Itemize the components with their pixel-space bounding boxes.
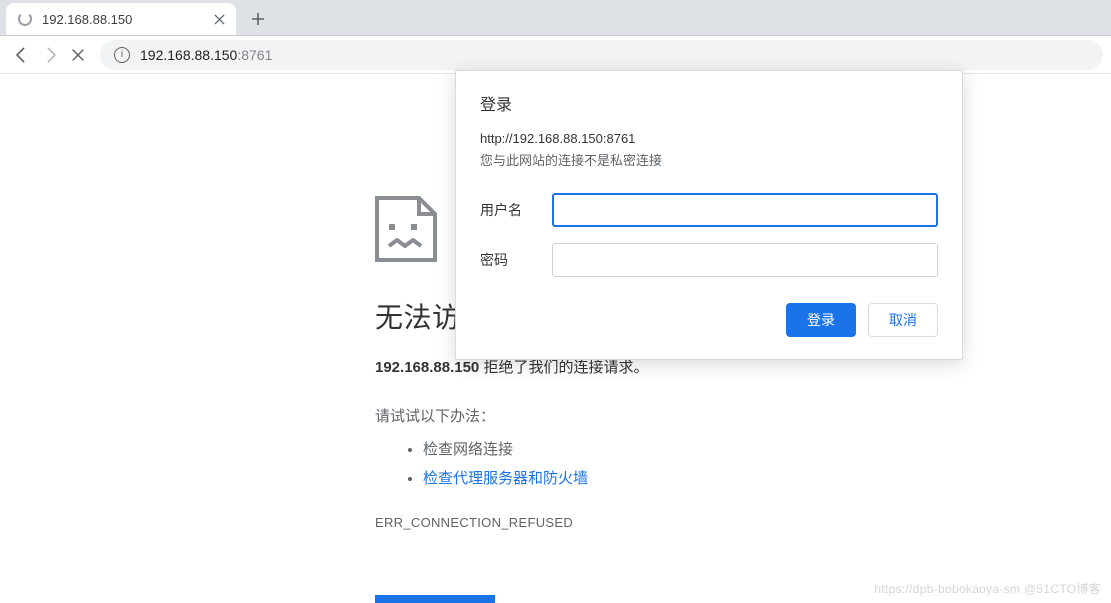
dialog-actions: 登录 取消 [480, 303, 938, 337]
dialog-warning: 您与此网站的连接不是私密连接 [480, 150, 938, 169]
back-button[interactable] [8, 41, 36, 69]
watermark-text: https://dpb-bobokaoya-sm @51CTO博客 [874, 580, 1101, 597]
username-label: 用户名 [480, 200, 552, 220]
login-button[interactable]: 登录 [786, 303, 856, 337]
toolbar: i 192.168.88.150:8761 [0, 36, 1111, 74]
address-bar[interactable]: i 192.168.88.150:8761 [100, 40, 1103, 70]
new-tab-button[interactable] [244, 5, 272, 33]
url-host: 192.168.88.150 [140, 47, 237, 63]
tip-link[interactable]: 检查代理服务器和防火墙 [423, 470, 588, 487]
username-row: 用户名 [480, 193, 938, 227]
browser-tab[interactable]: 192.168.88.150 [6, 3, 236, 35]
try-label: 请试试以下办法： [375, 405, 1111, 426]
forward-button[interactable] [36, 41, 64, 69]
password-input[interactable] [552, 243, 938, 277]
dialog-url: http://192.168.88.150:8761 [480, 131, 938, 146]
error-host: 192.168.88.150 [375, 359, 479, 376]
error-rest: 拒绝了我们的连接请求。 [479, 359, 648, 376]
tab-title: 192.168.88.150 [42, 12, 212, 27]
cancel-button[interactable]: 取消 [868, 303, 938, 337]
tips-list: 检查网络连接 检查代理服务器和防火墙 [423, 436, 1111, 493]
tip-item: 检查网络连接 [423, 436, 1111, 465]
auth-dialog: 登录 http://192.168.88.150:8761 您与此网站的连接不是… [455, 70, 963, 360]
password-row: 密码 [480, 243, 938, 277]
tab-strip: 192.168.88.150 [0, 0, 1111, 36]
password-label: 密码 [480, 250, 552, 270]
url-port: :8761 [237, 47, 272, 63]
dialog-title: 登录 [480, 91, 938, 115]
tip-text: 检查网络连接 [423, 441, 513, 458]
reload-button-cut[interactable] [375, 595, 495, 603]
username-input[interactable] [552, 193, 938, 227]
site-info-icon[interactable]: i [114, 47, 130, 63]
sad-page-icon [371, 194, 443, 266]
close-tab-icon[interactable] [212, 12, 226, 26]
tip-item: 检查代理服务器和防火墙 [423, 465, 1111, 494]
stop-reload-button[interactable] [64, 41, 92, 69]
loading-spinner-icon [18, 12, 32, 26]
error-code: ERR_CONNECTION_REFUSED [375, 515, 1111, 530]
